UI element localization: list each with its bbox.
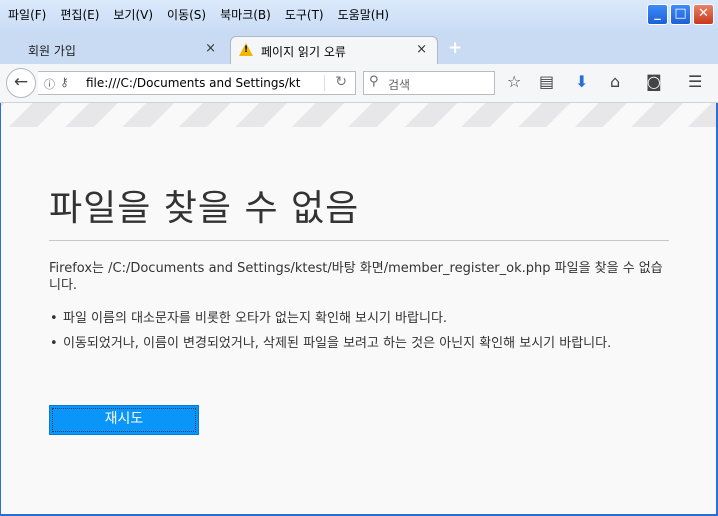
striped-banner bbox=[1, 103, 716, 127]
info-icon[interactable]: ⓘ bbox=[44, 76, 55, 92]
search-box[interactable]: ⚲ 검색 bbox=[363, 71, 495, 95]
tab-close-icon[interactable]: × bbox=[205, 41, 216, 56]
list-item: 이동되었거나, 이름이 변경되었거나, 삭제된 파일을 보려고 하는 것은 아닌… bbox=[49, 335, 669, 352]
back-button[interactable]: ← bbox=[6, 68, 36, 98]
tab-member-register[interactable]: 회원 가입 × bbox=[12, 36, 226, 64]
minimize-icon: _ bbox=[654, 6, 661, 21]
menu-view[interactable]: 보기(V) bbox=[113, 6, 153, 23]
tab-close-icon[interactable]: × bbox=[416, 42, 427, 57]
tab-label: 페이지 읽기 오류 bbox=[261, 45, 346, 59]
minimize-button[interactable]: _ bbox=[647, 4, 668, 25]
menu-bar: 파일(F) 편집(E) 보기(V) 이동(S) 북마크(B) 도구(T) 도움말… bbox=[0, 0, 718, 32]
url-divider bbox=[324, 75, 325, 91]
browser-window: 파일(F) 편집(E) 보기(V) 이동(S) 북마크(B) 도구(T) 도움말… bbox=[0, 0, 718, 516]
pocket-icon[interactable]: ◙ bbox=[646, 72, 662, 91]
tab-page-load-error[interactable]: ! 페이지 읽기 오류 × bbox=[230, 36, 438, 64]
new-tab-button[interactable]: + bbox=[448, 38, 462, 58]
url-text[interactable]: file:///C:/Documents and Settings/kt bbox=[86, 76, 324, 90]
navigation-bar: ← ⓘ ⚷ file:///C:/Documents and Settings/… bbox=[0, 64, 718, 103]
back-arrow-icon: ← bbox=[13, 72, 29, 92]
downloads-icon[interactable]: ⬇ bbox=[575, 72, 588, 91]
menu-help[interactable]: 도움말(H) bbox=[338, 6, 390, 23]
menu-file[interactable]: 파일(F) bbox=[8, 6, 46, 23]
warning-icon: ! bbox=[239, 43, 253, 56]
search-placeholder: 검색 bbox=[388, 78, 411, 92]
maximize-button[interactable]: □ bbox=[670, 4, 691, 25]
error-title: 파일을 찾을 수 없음 bbox=[49, 188, 360, 229]
reload-icon[interactable]: ↻ bbox=[335, 74, 347, 90]
hamburger-menu-icon[interactable]: ☰ bbox=[688, 72, 702, 91]
menu-go[interactable]: 이동(S) bbox=[167, 6, 206, 23]
tab-strip: 회원 가입 × ! 페이지 읽기 오류 × + bbox=[0, 32, 718, 64]
error-description: Firefox는 /C:/Documents and Settings/ktes… bbox=[49, 261, 663, 293]
maximize-icon: □ bbox=[674, 6, 687, 21]
close-icon: ✕ bbox=[698, 6, 709, 21]
url-bar[interactable]: ⓘ ⚷ file:///C:/Documents and Settings/kt… bbox=[38, 71, 356, 95]
window-frame-left bbox=[0, 103, 1, 516]
reading-list-icon[interactable]: ▤ bbox=[539, 72, 554, 91]
key-icon: ⚷ bbox=[60, 75, 69, 89]
menu-edit[interactable]: 편집(E) bbox=[60, 6, 99, 23]
error-page: 파일을 찾을 수 없음 Firefox는 /C:/Documents and S… bbox=[1, 103, 716, 514]
menu-bookmarks[interactable]: 북마크(B) bbox=[220, 6, 271, 23]
suggestion-list: 파일 이름의 대소문자를 비롯한 오타가 없는지 확인해 보시기 바랍니다. 이… bbox=[49, 310, 669, 360]
close-window-button[interactable]: ✕ bbox=[693, 4, 714, 25]
title-divider bbox=[49, 240, 669, 241]
retry-button[interactable]: 재시도 bbox=[49, 405, 199, 435]
home-icon[interactable]: ⌂ bbox=[610, 72, 620, 91]
bookmark-star-icon[interactable]: ☆ bbox=[507, 72, 521, 91]
tab-label: 회원 가입 bbox=[28, 44, 76, 58]
menu-tools[interactable]: 도구(T) bbox=[285, 6, 324, 23]
list-item: 파일 이름의 대소문자를 비롯한 오타가 없는지 확인해 보시기 바랍니다. bbox=[49, 310, 669, 327]
search-icon: ⚲ bbox=[369, 74, 379, 89]
